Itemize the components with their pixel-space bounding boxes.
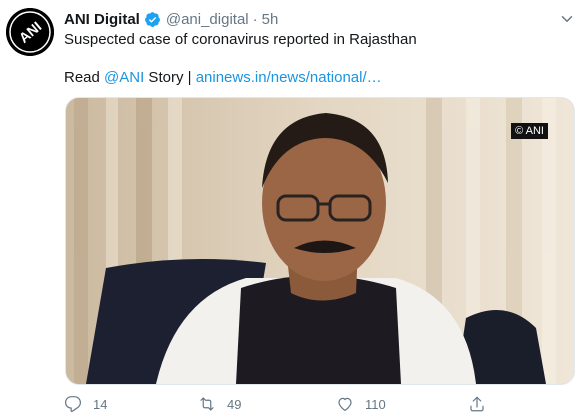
- media-watermark: © ANI: [511, 123, 548, 139]
- verified-badge-icon: [144, 11, 160, 27]
- tweet-media-image[interactable]: © ANI: [65, 97, 575, 385]
- tweet-text-line2: Read @ANI Story | aninews.in/news/nation…: [64, 68, 382, 88]
- like-count: 110: [365, 396, 386, 412]
- share-icon: [470, 396, 484, 412]
- tweet-actions: 14 49 110: [58, 393, 578, 415]
- reply-count: 14: [93, 396, 108, 412]
- separator-dot: ·: [252, 10, 258, 28]
- like-icon: [338, 397, 352, 411]
- retweet-button[interactable]: 49: [198, 393, 241, 415]
- ani-logo: ANI: [6, 8, 54, 56]
- reply-button[interactable]: 14: [64, 393, 107, 415]
- timestamp[interactable]: 5h: [262, 11, 279, 28]
- retweet-icon: [200, 397, 214, 411]
- story-text: Story |: [144, 69, 196, 86]
- like-button[interactable]: 110: [336, 393, 386, 415]
- share-button[interactable]: [468, 393, 486, 415]
- reply-icon: [64, 396, 81, 413]
- avatar[interactable]: ANI: [6, 8, 54, 56]
- mention-link[interactable]: @ANI: [104, 69, 144, 86]
- read-prefix: Read: [64, 69, 105, 86]
- tweet-header: ANI Digital @ani_digital · 5h: [64, 9, 278, 29]
- article-link[interactable]: aninews.in/news/national/…: [196, 69, 382, 86]
- chevron-down-icon[interactable]: [558, 10, 576, 28]
- author-handle[interactable]: @ani_digital: [166, 11, 249, 28]
- retweet-count: 49: [227, 396, 242, 412]
- tweet-text-line1: Suspected case of coronavirus reported i…: [64, 31, 417, 48]
- author-name[interactable]: ANI Digital: [64, 11, 140, 28]
- media-photo: [66, 98, 574, 384]
